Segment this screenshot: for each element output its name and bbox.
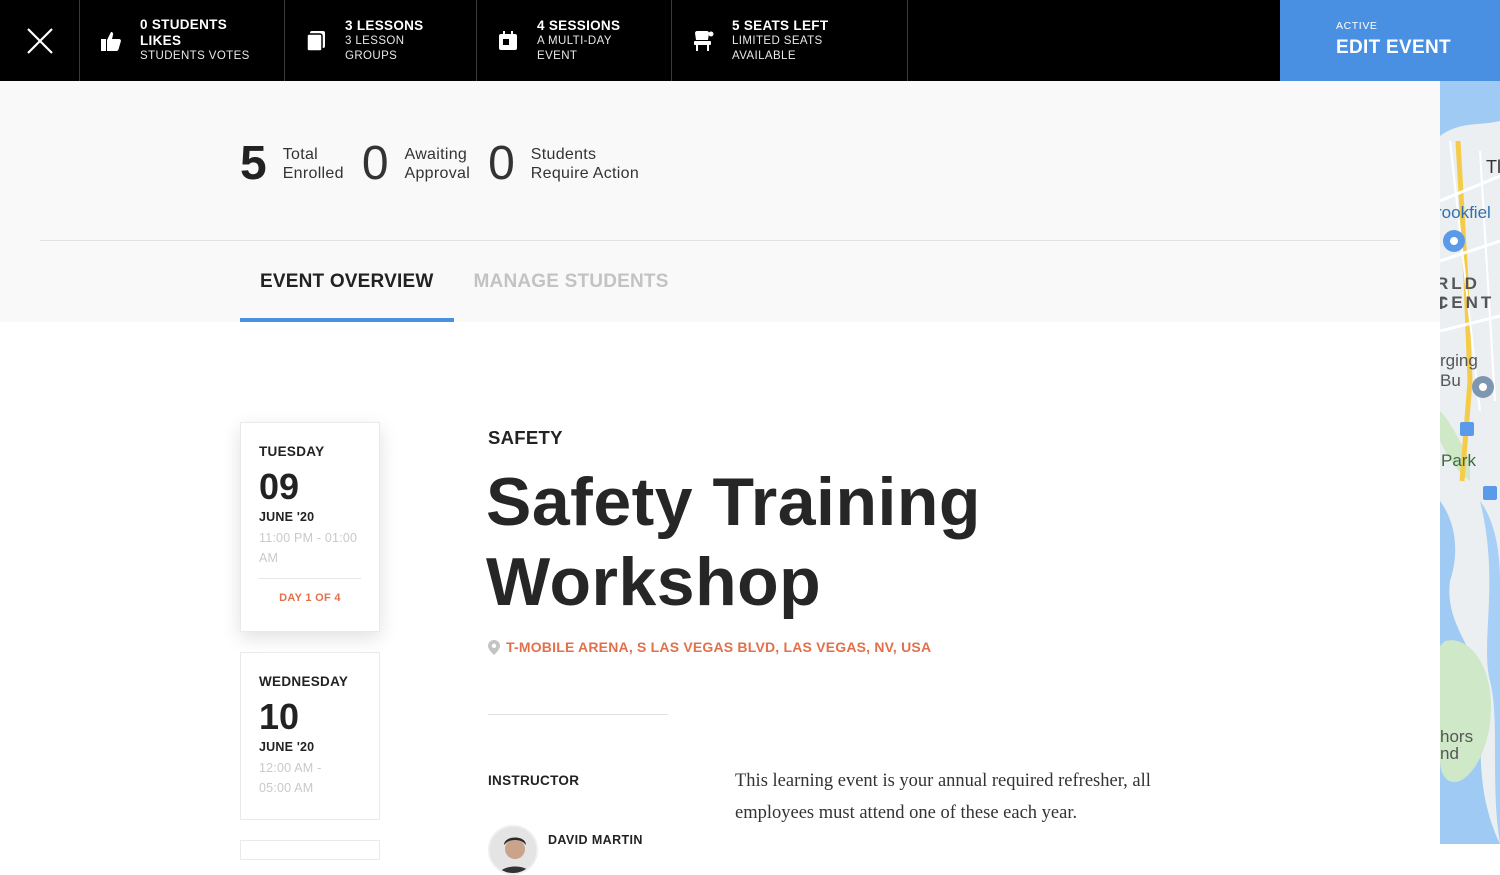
- map-label: nd: [1440, 744, 1459, 763]
- count-label-line2: Enrolled: [282, 165, 344, 182]
- stat-lessons-title: 3 LESSONS: [345, 17, 424, 33]
- event-location[interactable]: T-MOBILE ARENA, S LAS VEGAS BLVD, LAS VE…: [488, 639, 931, 655]
- count-total-enrolled: 5 Total Enrolled: [240, 139, 344, 189]
- session-time-line2: AM: [259, 551, 279, 565]
- stat-seats-title: 5 SEATS LEFT: [732, 17, 829, 33]
- event-title: Safety Training Workshop: [486, 462, 1086, 622]
- map-label: rookfiel: [1440, 203, 1491, 222]
- stat-lessons-subtitle: 3 LESSON GROUPS: [345, 34, 405, 62]
- stat-seats-subtitle: LIMITED SEATS AVAILABLE: [732, 34, 823, 62]
- session-time-line1: 12:00 AM -: [259, 761, 322, 775]
- session-time-line2: 05:00 AM: [259, 781, 314, 795]
- calendar-icon: [497, 30, 519, 52]
- event-title-line2: Workshop: [486, 544, 822, 620]
- stat-sessions-title: 4 SESSIONS: [537, 17, 621, 33]
- session-day-number: 09: [259, 466, 300, 507]
- map-label: Park: [1441, 451, 1476, 470]
- count-value: 5: [240, 137, 267, 190]
- stat-sessions-subtitle: A MULTI-DAY EVENT: [537, 34, 612, 62]
- details-divider: [488, 714, 668, 715]
- stat-sessions: 4 SESSIONS A MULTI-DAY EVENT: [477, 0, 672, 81]
- count-label-line1: Students: [530, 146, 597, 163]
- map-label: Tl: [1486, 157, 1500, 177]
- session-month: JUNE '20: [259, 510, 315, 524]
- session-card[interactable]: WEDNESDAY 10 JUNE '20 12:00 AM - 05:00 A…: [240, 652, 380, 820]
- stat-likes: 0 STUDENTS LIKES STUDENTS VOTES: [80, 0, 285, 81]
- event-title-line1: Safety Training: [486, 464, 981, 540]
- tab-manage-students[interactable]: MANAGE STUDENTS: [454, 241, 689, 322]
- pages-icon: [305, 30, 327, 52]
- count-label-line2: Approval: [404, 165, 471, 182]
- event-category: SAFETY: [488, 427, 563, 448]
- count-label-line1: Total: [282, 146, 318, 163]
- count-value: 0: [488, 137, 515, 190]
- edit-event-button[interactable]: ACTIVE EDIT EVENT: [1280, 0, 1500, 81]
- enrollment-summary: 5 Total Enrolled 0 Awaiting Approval 0 S…: [0, 81, 1440, 322]
- session-card[interactable]: TUESDAY 09 JUNE '20 11:00 PM - 01:00 AM …: [240, 422, 380, 632]
- count-awaiting-approval: 0 Awaiting Approval: [362, 139, 470, 189]
- stat-likes-subtitle: STUDENTS VOTES: [140, 50, 250, 62]
- location-pin-icon: [488, 639, 500, 655]
- map-label: CENT: [1440, 293, 1495, 312]
- instructor-avatar[interactable]: [488, 825, 538, 875]
- enrollment-counts: 5 Total Enrolled 0 Awaiting Approval 0 S…: [240, 139, 657, 189]
- stat-seats: 5 SEATS LEFT LIMITED SEATS AVAILABLE: [672, 0, 908, 81]
- top-bar: 0 STUDENTS LIKES STUDENTS VOTES 3 LESSON…: [0, 0, 1500, 81]
- session-weekday: WEDNESDAY: [259, 674, 349, 689]
- count-value: 0: [361, 137, 389, 190]
- session-card[interactable]: [240, 840, 380, 860]
- event-tabs: EVENT OVERVIEW MANAGE STUDENTS: [240, 241, 689, 322]
- session-day-of: DAY 1 OF 4: [279, 592, 341, 604]
- event-description: This learning event is your annual requi…: [735, 771, 1151, 823]
- instructor-label: INSTRUCTOR: [488, 773, 580, 788]
- event-status-label: ACTIVE: [1336, 20, 1378, 32]
- session-time-line1: 11:00 PM - 01:00: [259, 531, 358, 545]
- close-button[interactable]: [0, 0, 80, 81]
- instructor-name[interactable]: DAVID MARTIN: [548, 833, 643, 847]
- close-icon: [26, 27, 53, 54]
- map-label: rging Bu: [1440, 351, 1478, 390]
- session-day-number: 10: [259, 696, 300, 737]
- seat-icon: [692, 30, 714, 52]
- location-map[interactable]: Tl rookfiel RLD T CENT rging Bu Park hor…: [1440, 81, 1500, 844]
- count-label-line1: Awaiting: [404, 146, 468, 163]
- stat-lessons: 3 LESSONS 3 LESSON GROUPS: [285, 0, 477, 81]
- edit-event-label: EDIT EVENT: [1336, 37, 1451, 58]
- thumbs-up-icon: [100, 30, 122, 52]
- session-time: 12:00 AM - 05:00 AM: [259, 758, 361, 798]
- session-month: JUNE '20: [259, 740, 315, 754]
- count-label-line2: Require Action: [530, 165, 640, 182]
- session-weekday: TUESDAY: [259, 444, 325, 459]
- tab-event-overview[interactable]: EVENT OVERVIEW: [240, 241, 454, 322]
- count-require-action: 0 Students Require Action: [488, 139, 639, 189]
- stat-likes-title: 0 STUDENTS LIKES: [140, 17, 228, 48]
- session-card-divider: [259, 578, 361, 579]
- location-text: T-MOBILE ARENA, S LAS VEGAS BLVD, LAS VE…: [506, 639, 932, 655]
- session-time: 11:00 PM - 01:00 AM: [259, 528, 361, 568]
